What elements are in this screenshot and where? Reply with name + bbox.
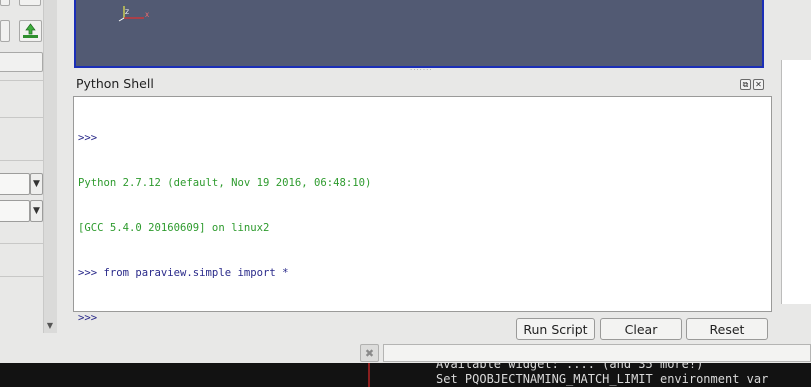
splitter-handle[interactable]: ······· — [410, 67, 432, 74]
divider — [0, 160, 43, 161]
console-line: >>> from paraview.simple import * — [78, 267, 289, 279]
clear-status-icon[interactable]: ✖ — [360, 344, 379, 362]
dock-title: Python Shell — [76, 76, 154, 91]
divider — [0, 117, 43, 118]
divider — [0, 243, 43, 244]
terminal-line: Available widget: .... (and 35 more!) — [436, 363, 704, 371]
toolbar-button[interactable] — [0, 0, 10, 6]
terminal-line: Set PQOBJECTNAMING_MATCH_LIMIT environme… — [436, 372, 769, 386]
console-line: Python 2.7.12 (default, Nov 19 2016, 06:… — [78, 177, 372, 189]
toolbar-button[interactable] — [0, 20, 10, 42]
apply-icon-button[interactable] — [19, 20, 42, 42]
orientation-axes-icon: Z X — [118, 6, 149, 22]
divider — [0, 276, 43, 277]
scroll-down-icon[interactable]: ▼ — [43, 318, 57, 332]
dock-float-icon[interactable]: ⧉ — [740, 79, 751, 90]
properties-apply-button[interactable] — [0, 52, 43, 72]
axis-label-z: Z — [125, 9, 129, 16]
reset-button[interactable]: Reset — [686, 318, 768, 340]
axis-label-x: X — [145, 12, 149, 19]
console-line: >>> — [78, 132, 98, 144]
render-view[interactable] — [74, 0, 764, 68]
chevron-down-icon[interactable]: ▼ — [30, 173, 43, 195]
run-script-button[interactable]: Run Script — [516, 318, 595, 340]
terminal-window: Available widget: .... (and 35 more!) Set… — [0, 363, 811, 387]
property-combo[interactable] — [0, 200, 30, 222]
properties-scrollbar[interactable] — [43, 0, 57, 333]
chevron-down-icon[interactable]: ▼ — [30, 200, 43, 222]
side-panel — [781, 60, 811, 304]
clear-button[interactable]: Clear — [600, 318, 682, 340]
divider — [0, 80, 43, 81]
console-line: [GCC 5.4.0 20160609] on linux2 — [78, 222, 270, 234]
divider — [368, 363, 370, 387]
property-combo[interactable] — [0, 173, 30, 195]
close-icon[interactable]: ✕ — [753, 79, 764, 90]
toolbar-button[interactable] — [19, 0, 41, 6]
status-message-field — [383, 344, 811, 362]
python-console[interactable]: >>> Python 2.7.12 (default, Nov 19 2016,… — [73, 96, 772, 324]
apply-icon — [23, 23, 38, 38]
terminal-output: Available widget: .... (and 35 more!) Set… — [436, 363, 768, 387]
